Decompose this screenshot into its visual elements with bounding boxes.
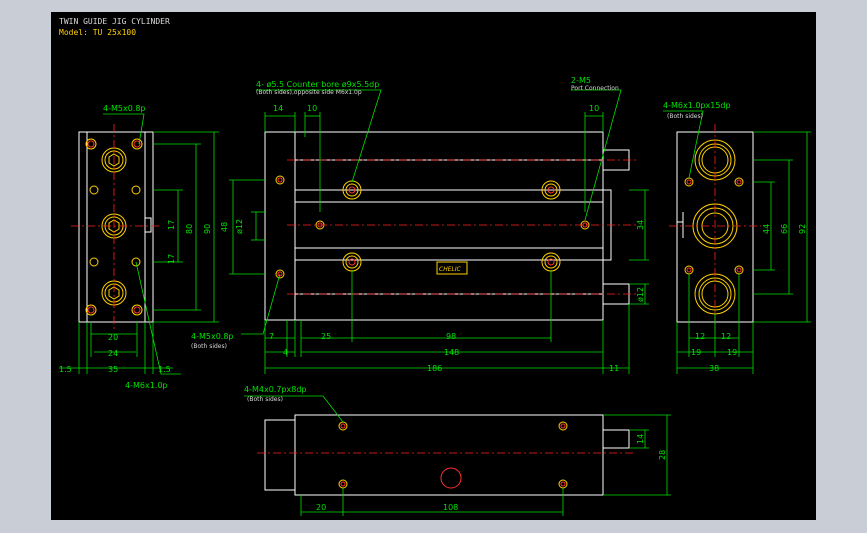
dim-20-left: 20	[108, 333, 118, 342]
dim-80: 80	[185, 224, 194, 234]
front-tap-subnote: (Both sides)	[191, 343, 227, 350]
dim-12-left: 12	[695, 332, 705, 341]
dim-17-upper: 17	[167, 220, 176, 230]
counterbore-callout: 4- ø5.5 Counter bore ø9x5.5dp	[256, 80, 379, 89]
dim-1-5-left: 1.5	[59, 365, 72, 374]
dim-28: 28	[658, 450, 667, 460]
dim-38: 38	[709, 364, 719, 373]
right-dimensions	[663, 110, 811, 374]
front-dimensions	[229, 89, 649, 374]
dim-14-bottom: 14	[636, 434, 645, 444]
dim-92: 92	[798, 224, 807, 234]
drawing-title: TWIN GUIDE JIG CYLINDER	[59, 17, 170, 26]
dim-1-5-right: 1.5	[158, 365, 171, 374]
dim-66: 66	[780, 224, 789, 234]
dim-20-bottom: 20	[316, 503, 326, 512]
right-tap-subnote: (Both sides)	[667, 113, 703, 120]
dim-14-front: 14	[273, 104, 283, 113]
dim-7: 7	[269, 332, 274, 341]
dim-19-left: 19	[691, 348, 701, 357]
lower-tap-callout: 4-M4x0.7px8dp	[244, 385, 306, 394]
cad-drawing: TWIN GUIDE JIG CYLINDER Model: TU 25x100	[59, 17, 811, 516]
dim-19-right: 19	[727, 348, 737, 357]
right-tap-callout: 4-M6x1.0px15dp	[663, 101, 731, 110]
dim-12-right: 12	[721, 332, 731, 341]
dim-11: 11	[609, 364, 619, 373]
dim-186: 186	[427, 364, 442, 373]
left-tap-callout: 4-M5x0.8p	[103, 104, 146, 113]
front-tap-callout: 4-M5x0.8p	[191, 332, 234, 341]
left-end-view	[78, 131, 154, 323]
brand-label: CHELIC	[439, 266, 462, 273]
port-callout: 2-M5	[571, 76, 591, 85]
bottom-dimensions	[244, 395, 671, 516]
dim-10-left: 10	[307, 104, 317, 113]
dim-17-lower: 17	[167, 254, 176, 264]
bottom-view	[264, 414, 630, 496]
dim-34: 34	[636, 220, 645, 230]
dim-phi12-left: ø12	[235, 219, 244, 234]
dim-4: 4	[283, 348, 288, 357]
front-holes	[275, 175, 590, 279]
dim-90: 90	[203, 224, 212, 234]
dim-24: 24	[108, 349, 118, 358]
dim-25: 25	[321, 332, 331, 341]
dim-98: 98	[446, 332, 456, 341]
dim-44: 44	[762, 224, 771, 234]
dim-10-right: 10	[589, 104, 599, 113]
counterbore-subnote: (Both sides),opposite side M6x1.0p	[256, 89, 362, 96]
lower-tap-subnote: (Both sides)	[247, 396, 283, 403]
bottom-holes	[338, 421, 568, 489]
bottom-tap-callout: 4-M6x1.0p	[125, 381, 168, 390]
dim-48: 48	[220, 222, 229, 232]
port-subnote: Port Connection	[571, 85, 619, 92]
dim-35: 35	[108, 365, 118, 374]
dim-108: 108	[443, 503, 458, 512]
right-holes	[684, 139, 744, 315]
model-label: Model: TU 25x100	[59, 28, 136, 37]
dim-148: 148	[444, 348, 459, 357]
dim-phi12-right: ø12	[636, 287, 645, 302]
